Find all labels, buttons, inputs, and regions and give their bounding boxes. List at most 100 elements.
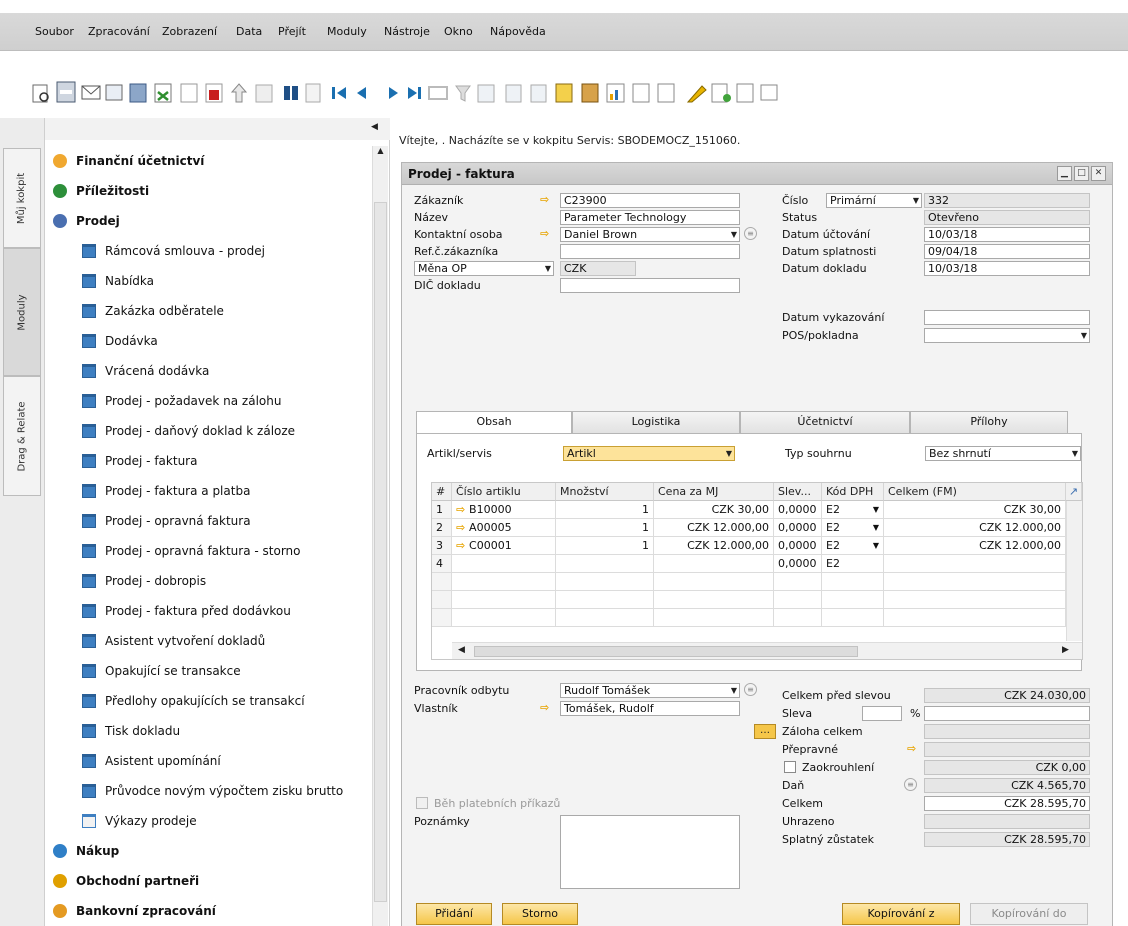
list-icon[interactable]: ≡ xyxy=(744,683,757,696)
grid-cell-disc[interactable]: 0,0000 xyxy=(774,555,822,573)
chevron-down-icon[interactable]: ▼ xyxy=(873,519,879,536)
sidebar-item-sales[interactable]: Prodej - faktura xyxy=(45,446,370,476)
grid-cell-qty[interactable] xyxy=(556,573,654,591)
grid-cell-item[interactable]: ⇨ B10000 xyxy=(452,501,556,519)
sidebar-item-sales[interactable]: Tisk dokladu xyxy=(45,716,370,746)
refresh-icon[interactable] xyxy=(428,86,448,100)
name-field[interactable]: Parameter Technology xyxy=(560,210,740,225)
grid-cell-qty[interactable] xyxy=(556,591,654,609)
due-date-field[interactable]: 09/04/18 xyxy=(924,244,1090,259)
grid-cell-tax[interactable] xyxy=(822,609,884,627)
sms-icon[interactable] xyxy=(105,84,123,101)
menu-moduly[interactable]: Moduly xyxy=(327,25,367,38)
grid-cell-total[interactable]: CZK 12.000,00 xyxy=(884,537,1066,555)
col-header-price[interactable]: Cena za MJ xyxy=(654,483,774,501)
module-category[interactable]: Příležitosti xyxy=(45,176,370,206)
customer-field[interactable]: C23900 xyxy=(560,193,740,208)
module-category[interactable]: Obchodní partneři xyxy=(45,866,370,896)
sidebar-item-sales[interactable]: Asistent vytvoření dokladů xyxy=(45,626,370,656)
currency-type-select[interactable]: Měna OP ▼ xyxy=(414,261,554,276)
add-icon[interactable] xyxy=(305,83,321,103)
grid-cell-total[interactable] xyxy=(884,609,1066,627)
grid-vertical-scrollbar[interactable] xyxy=(1066,501,1082,641)
grid-cell-price[interactable] xyxy=(654,591,774,609)
discount-percent-field[interactable] xyxy=(862,706,902,721)
owner-field[interactable]: Tomášek, Rudolf xyxy=(560,701,740,716)
col-header-quantity[interactable]: Množství xyxy=(556,483,654,501)
find-icon[interactable] xyxy=(284,86,298,100)
item-link-arrow-icon[interactable]: ⇨ xyxy=(456,539,469,552)
grid-cell-total[interactable] xyxy=(884,555,1066,573)
cancel-button[interactable]: Storno xyxy=(502,903,578,925)
module-category[interactable]: Bankovní zpracování xyxy=(45,896,370,926)
target-document-icon[interactable] xyxy=(530,84,547,103)
col-header-number[interactable]: # xyxy=(432,483,452,501)
tab-prilohy[interactable]: Přílohy xyxy=(910,411,1068,433)
tab-drag-relate[interactable]: Drag & Relate xyxy=(3,376,41,496)
maximize-icon[interactable]: □ xyxy=(1074,166,1089,181)
sidebar-item-sales[interactable]: Rámcová smlouva - prodej xyxy=(45,236,370,266)
grid-cell-item[interactable] xyxy=(452,591,556,609)
posting-date-field[interactable]: 10/03/18 xyxy=(924,227,1090,242)
grid-cell-total[interactable]: CZK 30,00 xyxy=(884,501,1066,519)
discount-amount-field[interactable] xyxy=(924,706,1090,721)
col-header-discount[interactable]: Slev... xyxy=(774,483,822,501)
gross-profit-icon[interactable] xyxy=(555,83,573,103)
grid-cell-total[interactable]: CZK 12.000,00 xyxy=(884,519,1066,537)
item-type-select[interactable]: Artikl ▼ xyxy=(563,446,735,461)
grid-cell-tax[interactable]: E2 ▼ xyxy=(822,501,884,519)
list-icon[interactable]: ≡ xyxy=(904,778,917,791)
settings-icon[interactable] xyxy=(657,83,675,103)
grid-cell-disc[interactable] xyxy=(774,609,822,627)
grid-cell-price[interactable] xyxy=(654,573,774,591)
item-link-arrow-icon[interactable]: ⇨ xyxy=(456,503,469,516)
form-settings-icon[interactable] xyxy=(736,83,754,103)
grid-cell-price[interactable] xyxy=(654,609,774,627)
grid-cell-price[interactable]: CZK 30,00 xyxy=(654,501,774,519)
grid-horizontal-scrollbar[interactable]: ◀ ▶ xyxy=(452,642,1082,659)
edit-icon[interactable] xyxy=(686,85,707,103)
grid-cell-qty[interactable] xyxy=(556,609,654,627)
grid-cell-qty[interactable]: 1 xyxy=(556,519,654,537)
list-icon[interactable]: ≡ xyxy=(744,227,757,240)
tab-ucetnictvi[interactable]: Účetnictví xyxy=(740,411,910,433)
sidebar-item-sales[interactable]: Vrácená dodávka xyxy=(45,356,370,386)
grid-cell-disc[interactable]: 0,0000 xyxy=(774,501,822,519)
grid-cell-disc[interactable]: 0,0000 xyxy=(774,537,822,555)
report-date-field[interactable] xyxy=(924,310,1090,325)
chart-icon[interactable] xyxy=(606,83,625,103)
grid-cell-total[interactable] xyxy=(884,573,1066,591)
col-header-tax-code[interactable]: Kód DPH xyxy=(822,483,884,501)
pdf-icon[interactable] xyxy=(205,83,223,103)
sidebar-item-sales[interactable]: Výkazy prodeje xyxy=(45,806,370,836)
word-icon[interactable] xyxy=(180,83,198,103)
copy-from-button[interactable]: Kopírování z xyxy=(842,903,960,925)
fax-icon[interactable] xyxy=(129,83,147,103)
sales-employee-select[interactable]: Rudolf Tomášek ▼ xyxy=(560,683,740,698)
sidebar-item-sales[interactable]: Dodávka xyxy=(45,326,370,356)
sidebar-item-sales[interactable]: Nabídka xyxy=(45,266,370,296)
tab-logistika[interactable]: Logistika xyxy=(572,411,740,433)
sidebar-item-sales[interactable]: Prodej - daňový doklad k záloze xyxy=(45,416,370,446)
collapse-panel-icon[interactable]: ◀ xyxy=(371,122,378,132)
rounding-checkbox[interactable] xyxy=(784,761,796,773)
grid-cell-price[interactable] xyxy=(654,555,774,573)
grid-cell-qty[interactable]: 1 xyxy=(556,501,654,519)
add-button[interactable]: Přidání xyxy=(416,903,492,925)
sidebar-item-sales[interactable]: Prodej - opravná faktura xyxy=(45,506,370,536)
module-category[interactable]: Nákup xyxy=(45,836,370,866)
tab-moduly[interactable]: Moduly xyxy=(3,248,41,376)
contact-select[interactable]: Daniel Brown ▼ xyxy=(560,227,740,242)
next-record-icon[interactable] xyxy=(389,87,398,99)
customer-link-arrow-icon[interactable]: ⇨ xyxy=(540,193,549,206)
sidebar-item-sales[interactable]: Opakující se transakce xyxy=(45,656,370,686)
menu-nastroje[interactable]: Nástroje xyxy=(384,25,430,38)
menu-zobrazeni[interactable]: Zobrazení xyxy=(162,25,217,38)
item-link-arrow-icon[interactable]: ⇨ xyxy=(456,521,469,534)
tab-muj-kokpit[interactable]: Můj kokpit xyxy=(3,148,41,248)
grid-cell-disc[interactable] xyxy=(774,573,822,591)
module-category[interactable]: Finanční účetnictví xyxy=(45,146,370,176)
series-select[interactable]: Primární ▼ xyxy=(826,193,922,208)
sidebar-item-sales[interactable]: Prodej - požadavek na zálohu xyxy=(45,386,370,416)
grid-cell-total[interactable] xyxy=(884,591,1066,609)
